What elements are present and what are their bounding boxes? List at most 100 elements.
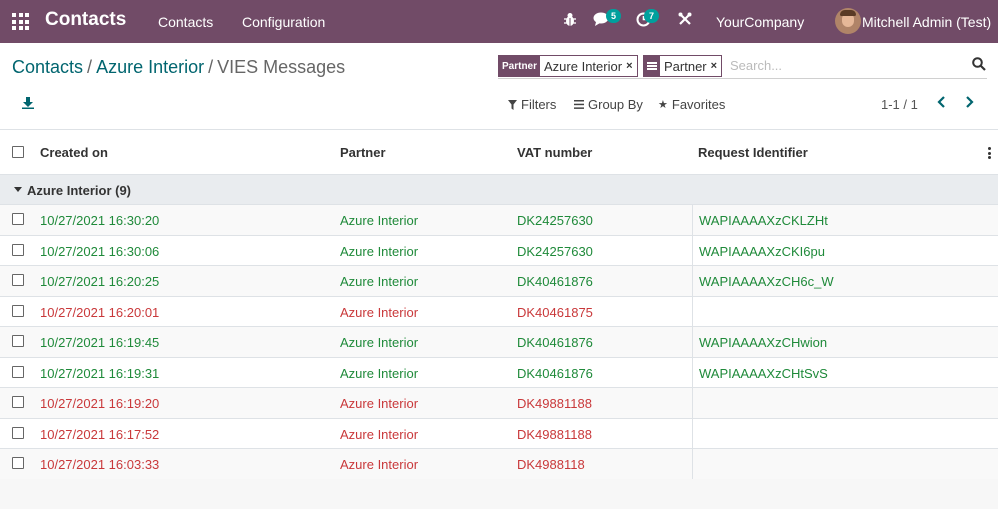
row-checkbox[interactable] <box>12 396 24 408</box>
table-body: 10/27/2021 16:30:20 Azure Interior DK24257… <box>0 205 998 480</box>
tools-icon[interactable] <box>678 12 692 30</box>
cell-partner: Azure Interior <box>340 396 419 411</box>
group-by-button[interactable]: Group By <box>574 97 643 112</box>
cell-vat-number: DK49881188 <box>517 396 592 411</box>
download-icon[interactable] <box>22 97 34 112</box>
breadcrumb-contacts[interactable]: Contacts <box>12 57 83 77</box>
company-switcher[interactable]: YourCompany <box>716 14 804 30</box>
cell-created-on: 10/27/2021 16:03:33 <box>40 457 160 472</box>
row-checkbox[interactable] <box>12 426 24 439</box>
column-header-created-on[interactable]: Created on <box>40 145 108 160</box>
menu-configuration[interactable]: Configuration <box>242 14 325 30</box>
pager-next-icon[interactable] <box>965 95 974 113</box>
cell-partner: Azure Interior <box>340 274 419 289</box>
facet-value: Partner <box>664 58 707 74</box>
cell-request-identifier: WAPIAAAAXzCH6c_W <box>699 274 834 289</box>
cell-created-on: 10/27/2021 16:19:45 <box>40 335 160 350</box>
cell-created-on: 10/27/2021 16:19:31 <box>40 365 160 381</box>
row-checkbox[interactable] <box>12 213 24 225</box>
empty-area <box>0 479 998 509</box>
table-row[interactable]: 10/27/2021 16:19:45 Azure Interior DK40461… <box>0 327 998 358</box>
table-row[interactable]: 10/27/2021 16:20:01 Azure Interior DK40461… <box>0 296 998 327</box>
cell-created-on: 10/27/2021 16:19:20 <box>40 396 160 411</box>
activities-count-badge: 7 <box>644 9 659 23</box>
group-label: Azure Interior (9) <box>27 183 132 198</box>
table-header: Created on Partner VAT number Request Id… <box>0 130 998 175</box>
vies-messages-table: Created on Partner VAT number Request Id… <box>0 129 998 480</box>
cell-vat-number: DK40461876 <box>517 365 593 381</box>
cell-partner: Azure Interior <box>340 335 419 350</box>
cell-partner: Azure Interior <box>340 243 419 259</box>
cell-partner: Azure Interior <box>340 426 419 442</box>
row-checkbox[interactable] <box>12 274 24 286</box>
apps-menu-icon[interactable] <box>12 13 29 30</box>
table-row[interactable]: 10/27/2021 16:19:20 Azure Interior DK49881… <box>0 388 998 419</box>
row-checkbox[interactable] <box>12 457 24 469</box>
table-row[interactable]: 10/27/2021 16:20:25 Azure Interior DK40461… <box>0 266 998 297</box>
column-header-partner[interactable]: Partner <box>340 145 386 160</box>
table-row[interactable]: 10/27/2021 16:30:06 Azure Interior DK24257… <box>0 235 998 266</box>
facet-label: Partner <box>499 56 541 76</box>
cell-created-on: 10/27/2021 16:17:52 <box>40 426 160 442</box>
breadcrumb: Contacts / Azure Interior / VIES Messages <box>12 57 346 77</box>
cell-request-identifier: WAPIAAAAXzCHwion <box>699 335 828 350</box>
column-header-request-identifier[interactable]: Request Identifier <box>698 145 808 160</box>
row-checkbox[interactable] <box>12 243 24 256</box>
top-navbar: Contacts Contacts Configuration 5 7 Your… <box>0 0 998 43</box>
search-facet-group-by: Partner × <box>643 55 723 77</box>
search-icon[interactable] <box>972 57 986 74</box>
pager-value[interactable]: 1-1 / 1 <box>881 97 918 112</box>
cell-created-on: 10/27/2021 16:30:20 <box>40 213 160 228</box>
group-by-label: Group By <box>588 97 643 112</box>
cell-vat-number: DK40461875 <box>517 304 593 320</box>
cell-vat-number: DK4988118 <box>517 457 585 472</box>
filters-label: Filters <box>521 97 557 112</box>
pager-previous-icon[interactable] <box>937 95 946 113</box>
row-checkbox[interactable] <box>12 304 24 317</box>
debug-bug-icon[interactable] <box>563 12 577 31</box>
user-avatar[interactable] <box>835 8 861 34</box>
facet-remove-icon[interactable]: × <box>711 60 721 72</box>
select-all-checkbox[interactable] <box>12 146 24 158</box>
caret-down-icon <box>14 187 22 192</box>
table-row[interactable]: 10/27/2021 16:03:33 Azure Interior DK49881… <box>0 449 998 480</box>
favorites-button[interactable]: ★ Favorites <box>658 97 725 112</box>
cell-vat-number: DK40461876 <box>517 274 593 289</box>
facet-remove-icon[interactable]: × <box>626 60 636 72</box>
cell-vat-number: DK24257630 <box>517 213 593 228</box>
column-header-vat-number[interactable]: VAT number <box>517 145 592 160</box>
search-bar[interactable]: Partner Azure Interior × Partner × Searc… <box>498 54 987 79</box>
filter-funnel-icon <box>508 99 517 110</box>
row-checkbox[interactable] <box>12 335 24 347</box>
table-row[interactable]: 10/27/2021 16:17:52 Azure Interior DK49881… <box>0 418 998 449</box>
cell-partner: Azure Interior <box>340 365 419 381</box>
user-menu[interactable]: Mitchell Admin (Test) <box>862 14 991 30</box>
table-row[interactable]: 10/27/2021 16:19:31 Azure Interior DK40461… <box>0 357 998 388</box>
cell-created-on: 10/27/2021 16:30:06 <box>40 243 160 259</box>
list-bars-icon <box>574 100 584 109</box>
cell-vat-number: DK49881188 <box>517 426 592 442</box>
group-by-icon <box>644 56 660 76</box>
table-row[interactable]: 10/27/2021 16:30:20 Azure Interior DK24257… <box>0 205 998 236</box>
cell-partner: Azure Interior <box>340 457 419 472</box>
app-title[interactable]: Contacts <box>45 9 126 31</box>
filters-button[interactable]: Filters <box>508 97 556 112</box>
facet-value: Azure Interior <box>544 58 623 74</box>
cell-request-identifier: WAPIAAAAXzCHtSvS <box>699 365 828 381</box>
cell-created-on: 10/27/2021 16:20:01 <box>40 304 160 320</box>
menu-contacts[interactable]: Contacts <box>158 14 213 30</box>
cell-vat-number: DK40461876 <box>517 335 593 350</box>
optional-columns-icon[interactable] <box>988 147 991 161</box>
messages-count-badge: 5 <box>606 9 621 23</box>
search-facet-partner-filter: Partner Azure Interior × <box>498 55 638 77</box>
search-input[interactable]: Search... <box>730 58 782 73</box>
row-checkbox[interactable] <box>12 365 24 378</box>
cell-partner: Azure Interior <box>340 304 419 320</box>
cell-created-on: 10/27/2021 16:20:25 <box>40 274 160 289</box>
group-row-azure-interior[interactable]: Azure Interior (9) <box>0 175 998 205</box>
cell-request-identifier: WAPIAAAAXzCKI6pu <box>699 243 825 259</box>
favorites-label: Favorites <box>671 97 726 112</box>
cell-vat-number: DK24257630 <box>517 243 593 259</box>
breadcrumb-partner[interactable]: Azure Interior <box>96 57 204 77</box>
cell-request-identifier: WAPIAAAAXzCKLZHt <box>699 213 828 228</box>
